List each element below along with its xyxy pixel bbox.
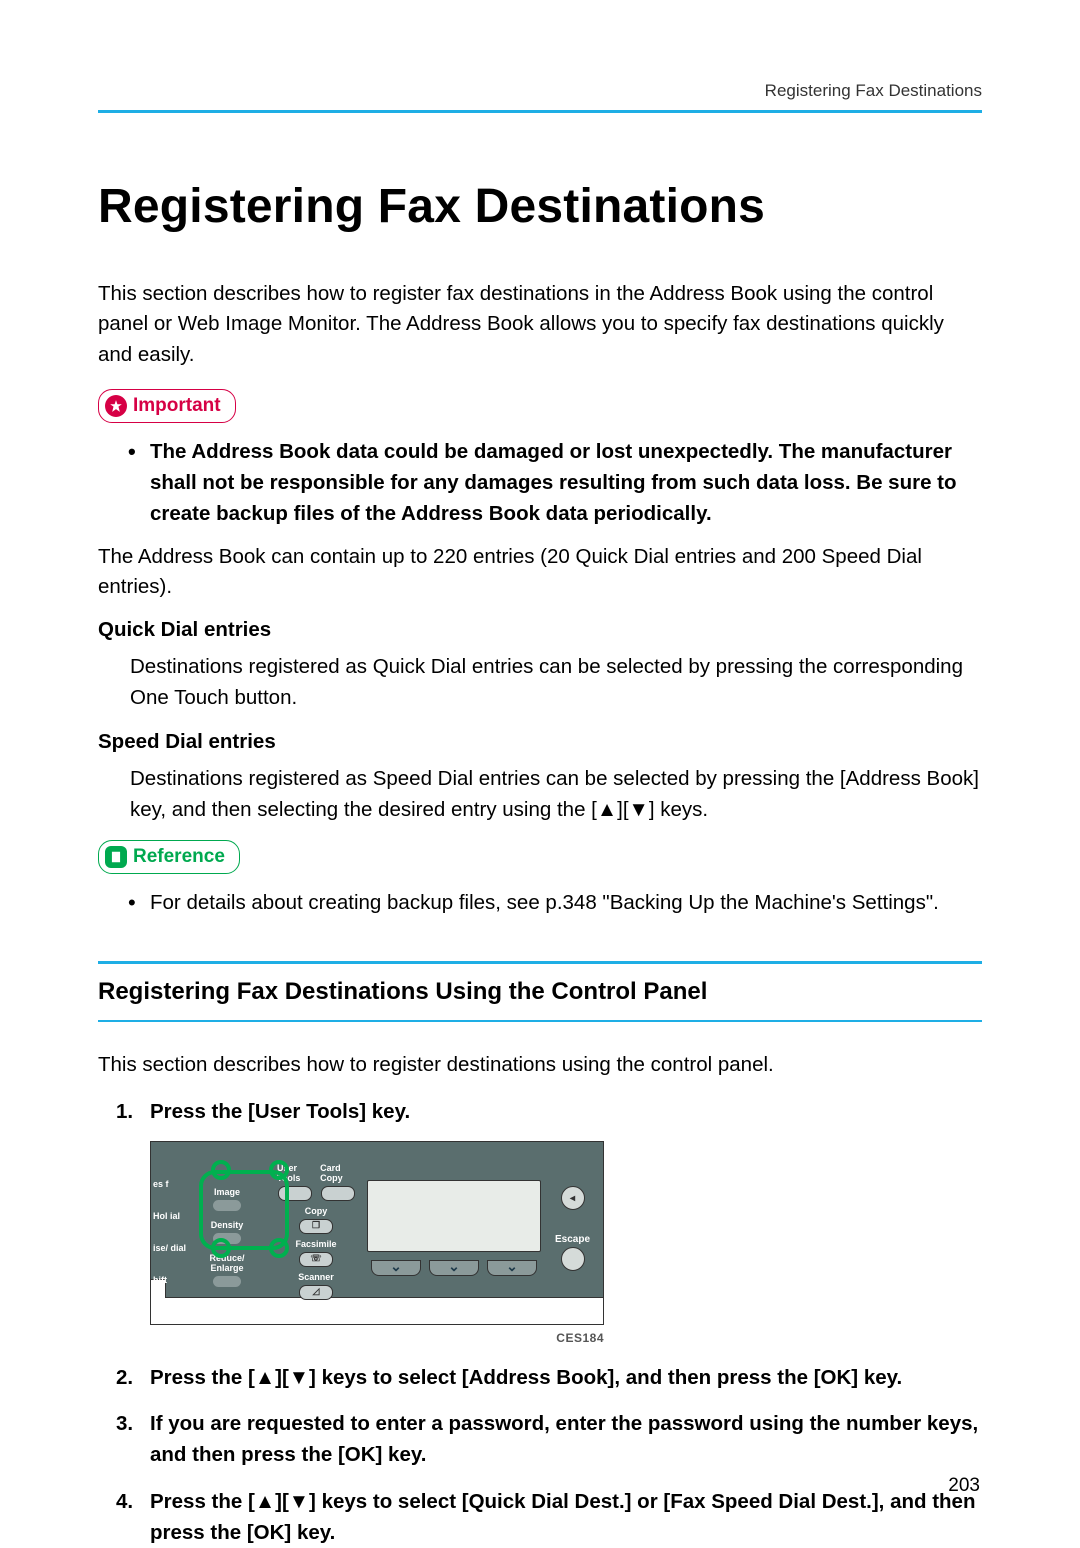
step-1: Press the [User Tools] key. es f Hol ial… [116, 1097, 982, 1347]
panel-right-column: ◂ Escape [555, 1164, 590, 1271]
control-panel-figure: es f Hol ial ise/ dial hift ert Image [150, 1141, 982, 1346]
copy-label: Copy [305, 1207, 328, 1217]
page: Registering Fax Destinations Registering… [0, 0, 1080, 1532]
card-copy-key: Card Copy [320, 1164, 355, 1201]
panel-bottom-strip [151, 1297, 603, 1324]
steps-list: Press the [User Tools] key. es f Hol ial… [116, 1097, 982, 1548]
def-term-speed-dial: Speed Dial entries [98, 727, 982, 758]
soft-key-tab [429, 1260, 479, 1276]
copy-key: Copy ❐ [299, 1207, 333, 1234]
step-4: Press the [▲][▼] keys to select [Quick D… [116, 1487, 982, 1548]
edge-label: es f [153, 1180, 186, 1198]
facsimile-label: Facsimile [295, 1240, 336, 1250]
scanner-key: Scanner ◿ [298, 1273, 334, 1300]
def-body-speed-dial: Destinations registered as Speed Dial en… [130, 764, 982, 826]
reference-item: For details about creating backup files,… [128, 888, 982, 919]
reduce-enlarge-key: Reduce/ Enlarge [185, 1254, 269, 1287]
section-lead: This section describes how to register d… [98, 1050, 982, 1081]
pill-button [213, 1276, 241, 1287]
intro-paragraph: This section describes how to register f… [98, 279, 982, 371]
step-2: Press the [▲][▼] keys to select [Address… [116, 1363, 982, 1394]
scanner-label: Scanner [298, 1273, 334, 1283]
edge-label: Hol ial [153, 1212, 186, 1230]
reference-list: For details about creating backup files,… [128, 888, 982, 919]
soft-key-tab [487, 1260, 537, 1276]
reduce-enlarge-key-label: Reduce/ Enlarge [209, 1254, 244, 1274]
card-copy-label: Card Copy [320, 1164, 355, 1184]
pill-button [213, 1200, 241, 1211]
step-4-text: Press the [▲][▼] keys to select [Quick D… [150, 1490, 976, 1544]
note-icon [105, 846, 127, 868]
important-callout-label: Important [98, 389, 236, 424]
panel-mid-column: User Tools Card Copy Copy ❐ [277, 1164, 355, 1299]
control-panel: es f Hol ial ise/ dial hift ert Image [150, 1141, 604, 1324]
fax-icon: ☏ [310, 1254, 321, 1264]
soft-key-tab [371, 1260, 421, 1276]
image-key-label: Image [214, 1188, 240, 1198]
escape-label: Escape [555, 1232, 590, 1247]
capacity-paragraph: The Address Book can contain up to 220 e… [98, 542, 982, 604]
nav-button: ◂ [561, 1186, 585, 1210]
density-key-label: Density [211, 1221, 244, 1231]
soft-key-tabs [371, 1260, 537, 1276]
lcd-screen [367, 1180, 541, 1252]
scanner-icon: ◿ [313, 1287, 320, 1297]
section-heading: Registering Fax Destinations Using the C… [98, 961, 982, 1022]
edge-label: ert [153, 1308, 186, 1326]
facsimile-key: Facsimile ☏ [295, 1240, 336, 1267]
page-number: 203 [948, 1472, 980, 1501]
page-title: Registering Fax Destinations [98, 171, 982, 243]
step-3-text: If you are requested to enter a password… [150, 1412, 978, 1466]
def-term-quick-dial: Quick Dial entries [98, 615, 982, 646]
reference-callout-label: Reference [98, 840, 240, 875]
edge-label: ise/ dial [153, 1244, 186, 1262]
figure-caption: CES184 [150, 1329, 604, 1347]
step-3: If you are requested to enter a password… [116, 1409, 982, 1471]
important-list: The Address Book data could be damaged o… [128, 437, 982, 529]
pill-button [321, 1186, 355, 1201]
pill-button [278, 1186, 312, 1201]
edge-label: hift [153, 1276, 186, 1294]
panel-edge-labels: es f Hol ial ise/ dial hift ert [153, 1180, 186, 1326]
image-key: Image [185, 1188, 269, 1211]
escape-button [561, 1247, 585, 1271]
important-label-text: Important [133, 392, 221, 421]
def-body-quick-dial: Destinations registered as Quick Dial en… [130, 652, 982, 714]
pill-button: ☏ [299, 1252, 333, 1267]
step-2-text: Press the [▲][▼] keys to select [Address… [150, 1366, 902, 1389]
panel-left-column: Image Density Reduce/ Enlarge [185, 1164, 269, 1287]
step-1-text: Press the [User Tools] key. [150, 1100, 410, 1123]
star-icon [105, 395, 127, 417]
copy-icon: ❐ [312, 1221, 320, 1231]
reference-label-text: Reference [133, 843, 225, 872]
running-head: Registering Fax Destinations [98, 78, 982, 113]
important-item: The Address Book data could be damaged o… [128, 437, 982, 529]
pill-button: ◿ [299, 1285, 333, 1300]
pill-button: ❐ [299, 1219, 333, 1234]
